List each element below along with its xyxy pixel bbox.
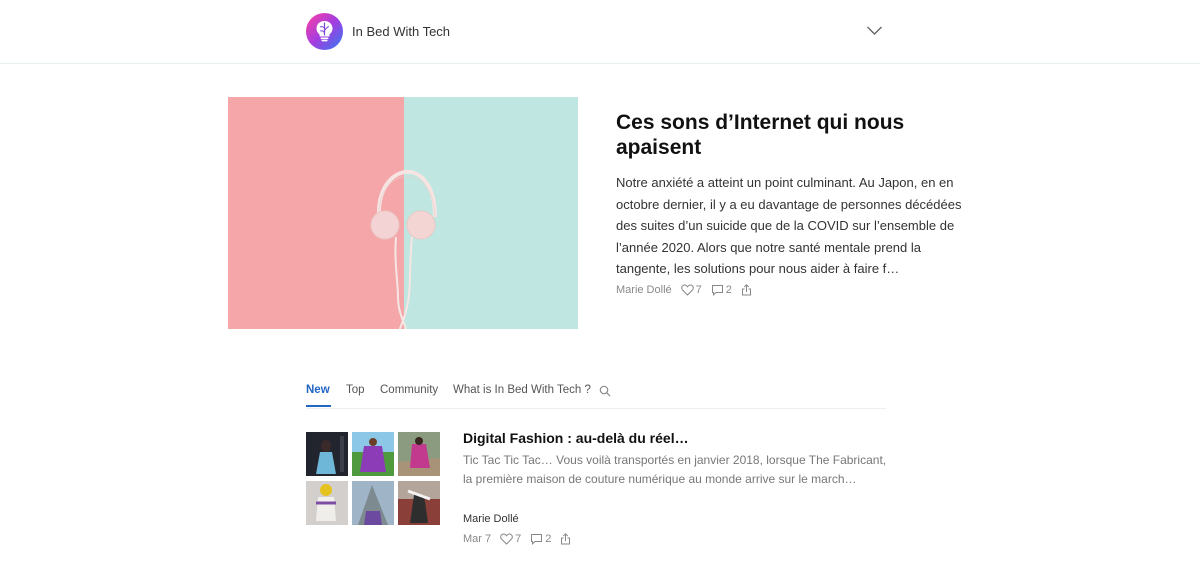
comment-icon bbox=[711, 285, 723, 296]
author-name[interactable]: Marie Dollé bbox=[616, 284, 672, 296]
thumbnail-4 bbox=[306, 481, 348, 525]
post-meta: Mar 7 7 2 bbox=[463, 533, 582, 545]
comment-icon bbox=[531, 534, 543, 545]
thumbnail-2 bbox=[352, 432, 394, 476]
publication-logo[interactable] bbox=[306, 13, 343, 50]
publication-name[interactable]: In Bed With Tech bbox=[352, 24, 450, 39]
comment-count: 2 bbox=[725, 284, 732, 296]
tab-new[interactable]: New bbox=[306, 384, 330, 396]
top-bar: In Bed With Tech bbox=[0, 0, 1200, 64]
search-icon[interactable] bbox=[599, 385, 611, 397]
share-icon bbox=[561, 533, 571, 545]
tab-top[interactable]: Top bbox=[346, 384, 365, 396]
post-title[interactable]: Digital Fashion : au-delà du réel… bbox=[463, 430, 689, 446]
post-thumbnail-grid[interactable] bbox=[306, 432, 441, 525]
heart-icon bbox=[680, 284, 694, 296]
lightbulb-brain-icon bbox=[316, 21, 333, 42]
share-button[interactable] bbox=[741, 284, 754, 296]
thumbnail-6 bbox=[398, 481, 440, 525]
featured-post-title[interactable]: Ces sons d’Internet qui nous apaisent bbox=[616, 110, 976, 160]
headphones-illustration bbox=[370, 170, 437, 329]
thumbnail-1 bbox=[306, 432, 348, 476]
like-button[interactable]: 7 bbox=[500, 533, 521, 545]
post-list-tabs: New Top Community What is In Bed With Te… bbox=[306, 376, 886, 409]
comment-button[interactable]: 2 bbox=[530, 533, 551, 545]
heart-icon bbox=[500, 533, 513, 545]
tab-community[interactable]: Community bbox=[380, 384, 438, 396]
featured-post-image[interactable] bbox=[228, 97, 578, 329]
comment-button[interactable]: 2 bbox=[711, 284, 732, 296]
chevron-down-icon[interactable] bbox=[866, 25, 883, 36]
tab-about[interactable]: What is In Bed With Tech ? bbox=[453, 384, 591, 396]
post-excerpt: Tic Tac Tic Tac… Vous voilà transportés … bbox=[463, 453, 887, 486]
like-count: 7 bbox=[515, 533, 522, 545]
featured-post-excerpt: Notre anxiété a atteint un point culmina… bbox=[616, 175, 962, 276]
like-button[interactable]: 7 bbox=[680, 284, 702, 296]
post-author[interactable]: Marie Dollé bbox=[463, 513, 519, 525]
share-icon bbox=[741, 284, 751, 296]
featured-post-meta: Marie Dollé 7 2 bbox=[616, 284, 763, 296]
like-count: 7 bbox=[695, 284, 702, 296]
comment-count: 2 bbox=[545, 533, 552, 545]
thumbnail-5 bbox=[352, 481, 394, 525]
share-button[interactable] bbox=[560, 533, 573, 545]
active-tab-indicator bbox=[306, 405, 331, 407]
thumbnail-3 bbox=[398, 432, 440, 476]
post-date: Mar 7 bbox=[463, 533, 492, 545]
